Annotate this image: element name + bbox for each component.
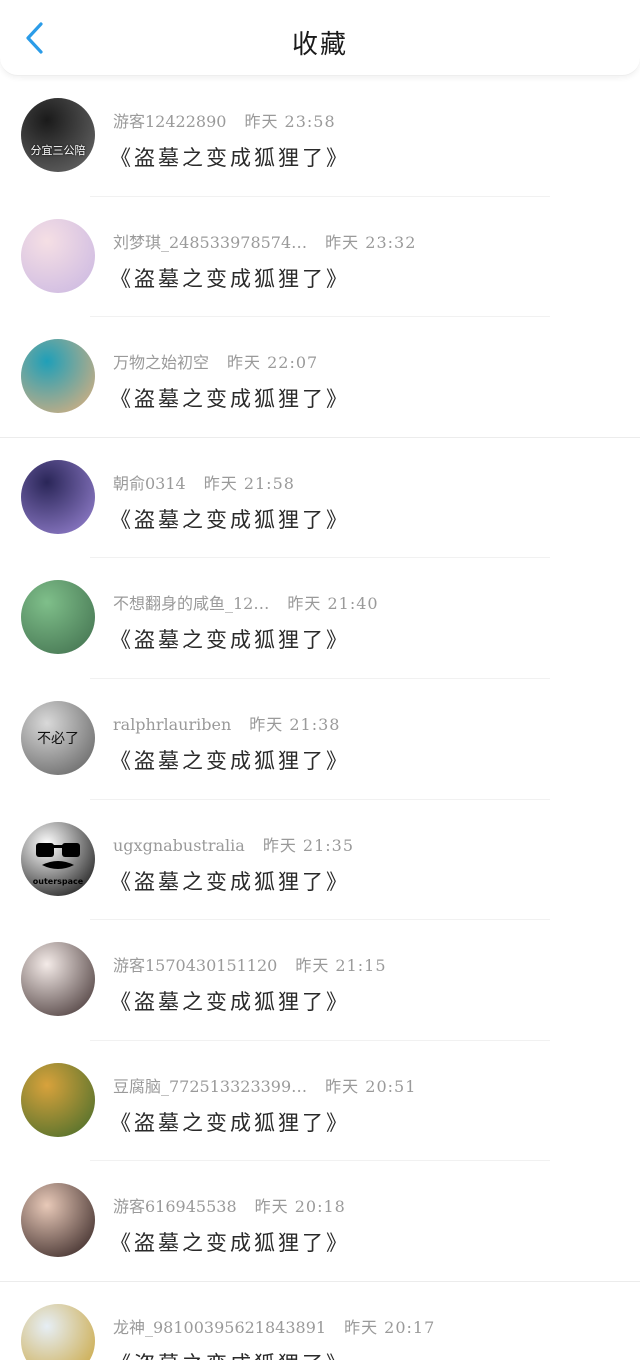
- username[interactable]: 豆腐脑_772513323399…: [113, 1077, 307, 1096]
- user-avatar[interactable]: [21, 1062, 95, 1137]
- page-title: 收藏: [291, 30, 348, 60]
- username[interactable]: 龙神_98100395621843891: [113, 1318, 326, 1337]
- user-avatar[interactable]: [21, 218, 95, 293]
- user-avatar[interactable]: outerspace: [21, 821, 95, 896]
- book-title[interactable]: 《盗墓之变成狐狸了》: [110, 383, 350, 413]
- user-avatar[interactable]: [21, 459, 95, 534]
- item-meta: 游客12422890 昨天 23:58: [113, 108, 336, 132]
- timestamp: 昨天 22:07: [227, 353, 319, 373]
- book-title[interactable]: 《盗墓之变成狐狸了》: [110, 1348, 350, 1360]
- list-item[interactable]: outerspace ugxgnabustralia 昨天 21:35 《盗墓之变成狐…: [0, 800, 640, 921]
- timestamp: 昨天 23:58: [244, 112, 336, 131]
- user-avatar[interactable]: [21, 942, 95, 1017]
- item-meta: 万物之始初空 昨天 22:07: [113, 349, 318, 373]
- user-avatar[interactable]: [21, 580, 95, 655]
- book-title[interactable]: 《盗墓之变成狐狸了》: [110, 624, 350, 654]
- username[interactable]: 万物之始初空: [113, 353, 209, 372]
- book-title[interactable]: 《盗墓之变成狐狸了》: [110, 745, 350, 775]
- username[interactable]: ugxgnabustralia: [113, 836, 245, 855]
- timestamp: 昨天 21:40: [287, 594, 379, 614]
- book-title[interactable]: 《盗墓之变成狐狸了》: [110, 1107, 350, 1137]
- username[interactable]: 刘梦琪_248533978574…: [113, 233, 307, 252]
- item-meta: 游客616945538 昨天 20:18: [113, 1193, 346, 1217]
- timestamp: 昨天 20:17: [344, 1317, 436, 1337]
- list-item[interactable]: 不想翻身的咸鱼_12… 昨天 21:40 《盗墓之变成狐狸了》: [0, 558, 640, 679]
- book-title[interactable]: 《盗墓之变成狐狸了》: [110, 263, 350, 293]
- avatar-text: outerspace: [32, 876, 84, 886]
- user-avatar[interactable]: 分宜三公陪: [21, 98, 95, 172]
- list-item[interactable]: 刘梦琪_248533978574… 昨天 23:32 《盗墓之变成狐狸了》: [0, 197, 640, 318]
- username[interactable]: 游客12422890: [113, 112, 226, 131]
- item-meta: 游客1570430151120 昨天 21:15: [113, 952, 387, 976]
- list-item[interactable]: 游客616945538 昨天 20:18 《盗墓之变成狐狸了》: [0, 1161, 640, 1282]
- book-title[interactable]: 《盗墓之变成狐狸了》: [110, 142, 350, 172]
- username[interactable]: ralphrlauriben: [113, 715, 231, 734]
- item-meta: 朝俞0314 昨天 21:58: [113, 470, 295, 494]
- username[interactable]: 不想翻身的咸鱼_12…: [113, 594, 269, 613]
- list-item[interactable]: 龙神_98100395621843891 昨天 20:17 《盗墓之变成狐狸了》: [0, 1282, 640, 1360]
- book-title[interactable]: 《盗墓之变成狐狸了》: [110, 504, 350, 534]
- book-title[interactable]: 《盗墓之变成狐狸了》: [110, 1227, 350, 1257]
- user-avatar[interactable]: [21, 1303, 95, 1360]
- book-title[interactable]: 《盗墓之变成狐狸了》: [110, 986, 350, 1016]
- user-avatar[interactable]: [21, 339, 95, 414]
- top-navigation-bar: 收藏: [0, 0, 640, 76]
- favorites-list: 分宜三公陪 游客12422890 昨天 23:58 《盗墓之变成狐狸了》 刘梦琪_248…: [0, 76, 640, 1360]
- timestamp: 昨天 20:18: [254, 1197, 346, 1217]
- avatar-text: 分宜三公陪: [30, 144, 86, 157]
- item-meta: 不想翻身的咸鱼_12… 昨天 21:40: [113, 590, 379, 614]
- timestamp: 昨天 20:51: [325, 1076, 417, 1096]
- book-title[interactable]: 《盗墓之变成狐狸了》: [110, 866, 350, 896]
- list-item[interactable]: 分宜三公陪 游客12422890 昨天 23:58 《盗墓之变成狐狸了》: [0, 76, 640, 197]
- list-item[interactable]: 不必了 ralphrlauriben 昨天 21:38 《盗墓之变成狐狸了》: [0, 679, 640, 800]
- list-item[interactable]: 豆腐脑_772513323399… 昨天 20:51 《盗墓之变成狐狸了》: [0, 1041, 640, 1162]
- list-item[interactable]: 朝俞0314 昨天 21:58 《盗墓之变成狐狸了》: [0, 438, 640, 559]
- item-meta: 豆腐脑_772513323399… 昨天 20:51: [113, 1073, 416, 1097]
- avatar-text: 不必了: [37, 730, 79, 747]
- timestamp: 昨天 21:38: [249, 714, 341, 734]
- timestamp: 昨天 21:15: [295, 956, 387, 976]
- user-avatar[interactable]: [21, 1183, 95, 1258]
- item-meta: 刘梦琪_248533978574… 昨天 23:32: [113, 229, 416, 253]
- username[interactable]: 朝俞0314: [113, 474, 186, 493]
- timestamp: 昨天 21:35: [262, 835, 355, 855]
- list-item[interactable]: 万物之始初空 昨天 22:07 《盗墓之变成狐狸了》: [0, 317, 640, 438]
- username[interactable]: 游客1570430151120: [113, 956, 277, 975]
- item-meta: 龙神_98100395621843891 昨天 20:17: [113, 1314, 435, 1338]
- item-meta: ralphrlauriben 昨天 21:38: [113, 711, 340, 735]
- item-meta: ugxgnabustralia 昨天 21:35: [113, 832, 354, 856]
- timestamp: 昨天 21:58: [203, 473, 295, 493]
- timestamp: 昨天 23:32: [325, 232, 417, 252]
- user-avatar[interactable]: 不必了: [21, 700, 95, 775]
- username[interactable]: 游客616945538: [113, 1197, 237, 1216]
- list-item[interactable]: 游客1570430151120 昨天 21:15 《盗墓之变成狐狸了》: [0, 920, 640, 1041]
